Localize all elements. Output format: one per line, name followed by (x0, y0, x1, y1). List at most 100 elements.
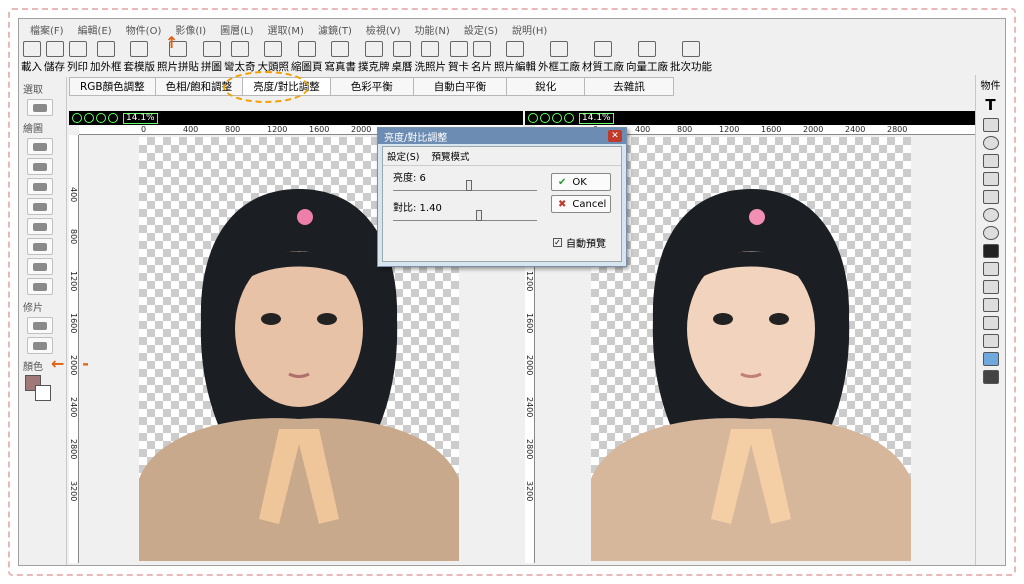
brightness-label: 亮度: 6 (393, 173, 426, 184)
left-vruler-tick-2000: 2000 (69, 355, 78, 376)
clock-icon[interactable] (982, 226, 999, 240)
puzzle-button[interactable]: 拼圖 (201, 41, 222, 74)
zoom-in-icon[interactable] (528, 113, 538, 123)
menu-filter[interactable]: 濾鏡(T) (311, 22, 359, 37)
rect-select-tool[interactable] (27, 99, 53, 116)
load-label: 載入 (21, 61, 42, 73)
tab-rgb[interactable]: RGB顏色調整 (69, 77, 156, 96)
zoom-out-icon[interactable] (540, 113, 550, 123)
tab-color-balance[interactable]: 色彩平衡 (329, 77, 414, 96)
left-vruler-tick-3200: 3200 (69, 481, 78, 502)
magnifier-icon[interactable] (982, 208, 999, 222)
actual-size-icon[interactable] (108, 113, 118, 123)
cake-icon[interactable] (982, 262, 999, 276)
fit-icon[interactable] (96, 113, 106, 123)
lips-icon (33, 321, 47, 330)
fit-icon[interactable] (552, 113, 562, 123)
arrow-right-icon[interactable] (982, 334, 999, 348)
tab-denoise[interactable]: 去雜訊 (584, 77, 674, 96)
check-icon: ✔ (558, 176, 567, 188)
tab-sharpen[interactable]: 銳化 (506, 77, 586, 96)
montage-button[interactable]: 彎太奇 (224, 41, 256, 74)
vector-factory-button[interactable]: 向量工廠 (626, 41, 668, 74)
zoom-out-icon[interactable] (84, 113, 94, 123)
picker-tool[interactable] (27, 258, 53, 275)
brush-tool[interactable] (27, 138, 53, 155)
business-card-label: 名片 (471, 61, 492, 73)
texture-factory-button[interactable]: 材質工廠 (582, 41, 624, 74)
poker-button[interactable]: 撲克牌 (358, 41, 390, 74)
add-frame-button[interactable]: 加外框 (90, 41, 122, 74)
speech-bubble-icon[interactable] (982, 298, 999, 312)
texture-icon (594, 41, 612, 57)
pen-tool[interactable] (27, 178, 53, 195)
shape-tool[interactable] (27, 278, 53, 295)
photobook-button[interactable]: 寫真書 (325, 41, 356, 74)
business-card-button[interactable]: 名片 (471, 41, 492, 74)
batch-button[interactable]: 批次功能 (670, 41, 712, 74)
brightness-slider-thumb[interactable] (466, 180, 473, 191)
fill-tool[interactable] (27, 218, 53, 235)
brightness-slider[interactable] (393, 180, 537, 191)
thumbnail-page-button[interactable]: 縮圖頁 (291, 41, 323, 74)
frame-object-icon[interactable] (982, 172, 999, 186)
menu-object[interactable]: 物件(O) (119, 22, 169, 37)
print-button[interactable]: 列印 (67, 41, 88, 74)
arrows-icon[interactable] (982, 316, 999, 330)
photo-edit-button[interactable]: 照片編輯 (494, 41, 536, 74)
vector-icon (638, 41, 656, 57)
contrast-slider-thumb[interactable] (475, 210, 482, 221)
checker-icon[interactable] (982, 370, 999, 384)
menu-function[interactable]: 功能(N) (408, 22, 457, 37)
menu-view[interactable]: 檢視(V) (359, 22, 408, 37)
eraser-tool[interactable] (27, 158, 53, 175)
exif-icon[interactable] (982, 244, 999, 258)
object-panel-title: 物件 (980, 81, 1001, 92)
brush-icon (33, 142, 47, 151)
greeting-card-button[interactable]: 賀卡 (448, 41, 469, 74)
load-button[interactable]: 載入 (21, 41, 42, 74)
menu-settings[interactable]: 設定(S) (457, 22, 505, 37)
menu-edit[interactable]: 編輯(E) (71, 22, 119, 37)
cancel-button[interactable]: ✖ Cancel (551, 195, 611, 213)
ok-label: OK (572, 176, 587, 188)
text-tool-icon[interactable]: T (985, 96, 995, 114)
abc-badge-icon[interactable] (982, 136, 999, 150)
repair-tool[interactable] (27, 337, 53, 354)
ok-button[interactable]: ✔ OK (551, 173, 611, 191)
auto-preview-checkbox[interactable]: ✓ 自動預覽 (553, 235, 606, 250)
frame-factory-button[interactable]: 外框工廠 (538, 41, 580, 74)
contrast-slider[interactable] (393, 210, 537, 221)
text-frame-icon[interactable] (982, 118, 999, 132)
save-button[interactable]: 儲存 (44, 41, 65, 74)
stamp-tool[interactable] (27, 198, 53, 215)
print-photo-label: 洗照片 (414, 61, 447, 73)
line-tool[interactable] (27, 238, 53, 255)
calendar-object-icon[interactable] (982, 280, 999, 294)
tab-auto-white-balance[interactable]: 自動白平衡 (412, 77, 508, 96)
line-icon (33, 242, 47, 251)
color-swatch[interactable] (25, 375, 55, 403)
dialog-menu-settings[interactable]: 設定(S) (387, 149, 419, 163)
star-icon[interactable] (982, 352, 999, 366)
print-photo-button[interactable]: 洗照片 (414, 41, 447, 74)
menu-select[interactable]: 選取(M) (261, 22, 311, 37)
layers-icon[interactable] (982, 190, 999, 204)
menu-file[interactable]: 檔案(F) (23, 22, 71, 37)
menu-layer[interactable]: 圖層(L) (213, 22, 260, 37)
lips-tool[interactable] (27, 317, 53, 334)
close-icon[interactable]: ✕ (608, 130, 622, 142)
actual-size-icon[interactable] (564, 113, 574, 123)
calendar-button[interactable]: 桌曆 (392, 41, 413, 74)
image-icon[interactable] (982, 154, 999, 168)
background-color[interactable] (35, 385, 51, 401)
left-tool-panel: 選取 繪圖 修片 顏色 (19, 77, 67, 565)
photo-edit-label: 照片編輯 (494, 61, 536, 73)
menu-help[interactable]: 說明(H) (505, 22, 554, 37)
rect-icon (33, 282, 47, 291)
zoom-in-icon[interactable] (72, 113, 82, 123)
dialog-menu-preview-mode[interactable]: 預覽模式 (431, 149, 469, 163)
template-button[interactable]: 套模版 (124, 41, 155, 74)
id-photo-button[interactable]: 大頭照 (258, 41, 289, 74)
left-vruler-tick-2800: 2800 (69, 439, 78, 460)
